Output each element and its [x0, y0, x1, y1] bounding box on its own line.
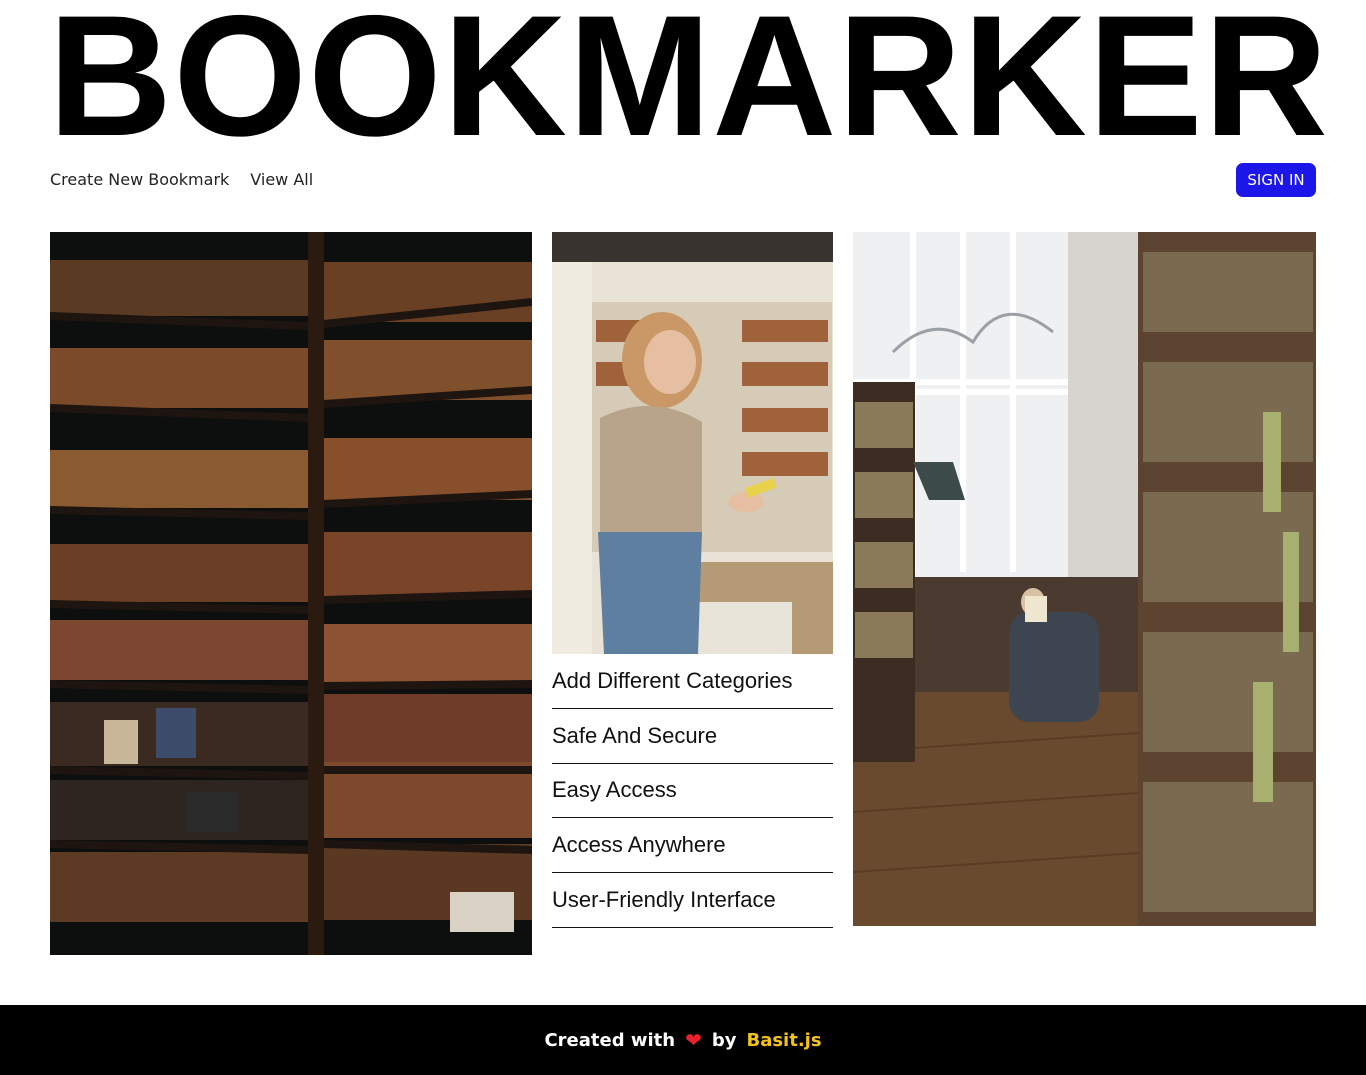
main-nav: Create New Bookmark View All: [50, 168, 313, 192]
footer-by: by: [711, 1029, 737, 1051]
feature-list: Add Different Categories Safe And Secure…: [552, 654, 833, 928]
brand-title: BOOKMARKER: [48, 6, 1328, 146]
footer-author[interactable]: Basit.js: [746, 1030, 821, 1051]
bookshelf-photo: [50, 232, 532, 955]
feature-item: User-Friendly Interface: [552, 873, 833, 928]
nav-view-all[interactable]: View All: [250, 168, 313, 192]
feature-item: Easy Access: [552, 764, 833, 819]
reader-phone-photo: [552, 232, 833, 654]
feature-item: Add Different Categories: [552, 654, 833, 709]
library-aisle-photo: [853, 232, 1316, 926]
feature-item: Access Anywhere: [552, 818, 833, 874]
sign-in-button[interactable]: SIGN IN: [1236, 163, 1316, 197]
footer: Created with ❤ by Basit.js: [0, 1005, 1366, 1075]
heart-icon: ❤: [685, 1028, 702, 1052]
feature-item: Safe And Secure: [552, 709, 833, 764]
footer-prefix: Created with: [544, 1029, 676, 1051]
nav-create-bookmark[interactable]: Create New Bookmark: [50, 168, 229, 192]
